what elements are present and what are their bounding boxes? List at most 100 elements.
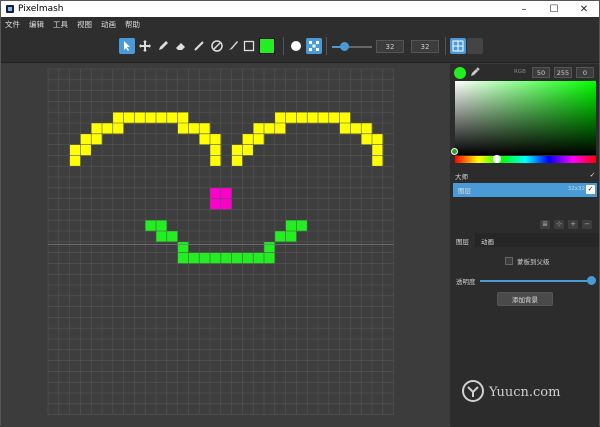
pixel[interactable] [242, 133, 254, 145]
move-tool-button[interactable] [137, 38, 153, 54]
layer-visibility-checkbox[interactable]: ✓ [586, 185, 595, 194]
menu-animation[interactable]: 动画 [101, 19, 116, 30]
pixel[interactable] [339, 112, 351, 124]
pixel[interactable] [361, 133, 373, 145]
pixel[interactable] [372, 155, 384, 167]
pixel[interactable] [112, 123, 124, 135]
pixel[interactable] [199, 133, 211, 145]
pixel[interactable] [69, 144, 81, 156]
tab-animation[interactable]: 动画 [475, 233, 500, 247]
pixel[interactable] [253, 252, 265, 264]
pixel-canvas[interactable] [1, 64, 449, 427]
menu-view[interactable]: 视图 [77, 19, 92, 30]
pixel[interactable] [123, 112, 135, 124]
pixel[interactable] [296, 220, 308, 232]
pixel[interactable] [231, 252, 243, 264]
opacity-slider-track[interactable] [480, 280, 592, 282]
pixel[interactable] [231, 144, 243, 156]
pixel[interactable] [80, 144, 92, 156]
pixel[interactable] [264, 241, 276, 253]
pixel[interactable] [372, 133, 384, 145]
tab-layer[interactable]: 图层 [450, 233, 475, 247]
pixel[interactable] [253, 123, 265, 135]
add-layer-icon[interactable]: + [568, 220, 578, 229]
minimize-button[interactable]: – [509, 1, 539, 17]
pixel[interactable] [102, 123, 114, 135]
canvas-width-input[interactable]: 32 [376, 40, 404, 53]
layer-merge-icon[interactable]: ⊹ [554, 220, 564, 229]
pixel[interactable] [307, 112, 319, 124]
layer-visibility-checkbox[interactable]: ✓ [588, 171, 597, 180]
layer-item-master[interactable]: 大师 ✓ [450, 169, 599, 183]
pixel[interactable] [210, 187, 222, 199]
pixel[interactable] [210, 155, 222, 167]
pixel[interactable] [285, 220, 297, 232]
layer-item-layer[interactable]: 图层 32x32 ✓ [453, 183, 597, 197]
pixel[interactable] [177, 112, 189, 124]
hue-slider[interactable] [455, 156, 596, 163]
brush-tool-button[interactable] [225, 38, 241, 54]
pixel[interactable] [220, 252, 232, 264]
pixel[interactable] [134, 112, 146, 124]
layer-options-icon[interactable]: ≣ [540, 220, 550, 229]
pixel[interactable] [328, 112, 340, 124]
pixel[interactable] [318, 112, 330, 124]
pixel[interactable] [242, 252, 254, 264]
pixel[interactable] [80, 133, 92, 145]
canvas-height-input[interactable]: 32 [411, 40, 439, 53]
canvas-viewport[interactable] [1, 64, 449, 427]
pixel[interactable] [210, 144, 222, 156]
pixel[interactable] [274, 112, 286, 124]
select-tool-button[interactable] [119, 38, 135, 54]
pixel[interactable] [145, 220, 157, 232]
close-button[interactable]: ✕ [569, 1, 599, 17]
pixel[interactable] [166, 112, 178, 124]
pixel[interactable] [220, 187, 232, 199]
pixel[interactable] [274, 123, 286, 135]
pixel[interactable] [177, 252, 189, 264]
pixel[interactable] [199, 123, 211, 135]
rect-tool-button[interactable] [241, 38, 257, 54]
fill-tool-button[interactable] [209, 38, 225, 54]
pixel[interactable] [156, 220, 168, 232]
primary-color-swatch[interactable] [259, 38, 275, 54]
pixel[interactable] [285, 231, 297, 243]
pixel[interactable] [156, 231, 168, 243]
single-view-button[interactable] [467, 38, 483, 54]
pixel[interactable] [156, 112, 168, 124]
line-tool-button[interactable] [191, 38, 207, 54]
menu-tools[interactable]: 工具 [53, 19, 68, 30]
scatter-brush-button[interactable] [306, 38, 322, 54]
pencil-tool-button[interactable] [155, 38, 171, 54]
pixel[interactable] [166, 231, 178, 243]
pixel[interactable] [264, 123, 276, 135]
eraser-tool-button[interactable] [173, 38, 189, 54]
menu-help[interactable]: 帮助 [125, 19, 140, 30]
green-value-input[interactable]: 255 [554, 67, 572, 78]
pixel[interactable] [177, 123, 189, 135]
clip-to-parent-checkbox[interactable] [505, 257, 513, 265]
round-brush-button[interactable] [288, 38, 304, 54]
opacity-slider-handle[interactable] [587, 276, 596, 285]
pixel[interactable] [242, 144, 254, 156]
pixel[interactable] [264, 252, 276, 264]
remove-layer-icon[interactable]: − [582, 220, 592, 229]
menu-edit[interactable]: 编辑 [29, 19, 44, 30]
pixel[interactable] [199, 252, 211, 264]
saturation-value-picker[interactable] [455, 81, 596, 155]
pixel[interactable] [274, 231, 286, 243]
pixel[interactable] [91, 123, 103, 135]
saturation-value-handle[interactable] [451, 148, 458, 155]
current-color-swatch[interactable] [454, 67, 466, 79]
maximize-button[interactable]: ☐ [539, 1, 569, 17]
eyedropper-icon[interactable] [470, 67, 480, 77]
menu-file[interactable]: 文件 [5, 19, 20, 30]
pixel[interactable] [188, 123, 200, 135]
pixel[interactable] [350, 123, 362, 135]
pixel[interactable] [231, 155, 243, 167]
pixel[interactable] [145, 112, 157, 124]
blue-value-input[interactable]: 0 [576, 67, 594, 78]
pixel[interactable] [91, 133, 103, 145]
clip-to-parent-option[interactable]: 蒙板到父级 [505, 256, 550, 266]
hue-slider-handle[interactable] [493, 155, 501, 163]
